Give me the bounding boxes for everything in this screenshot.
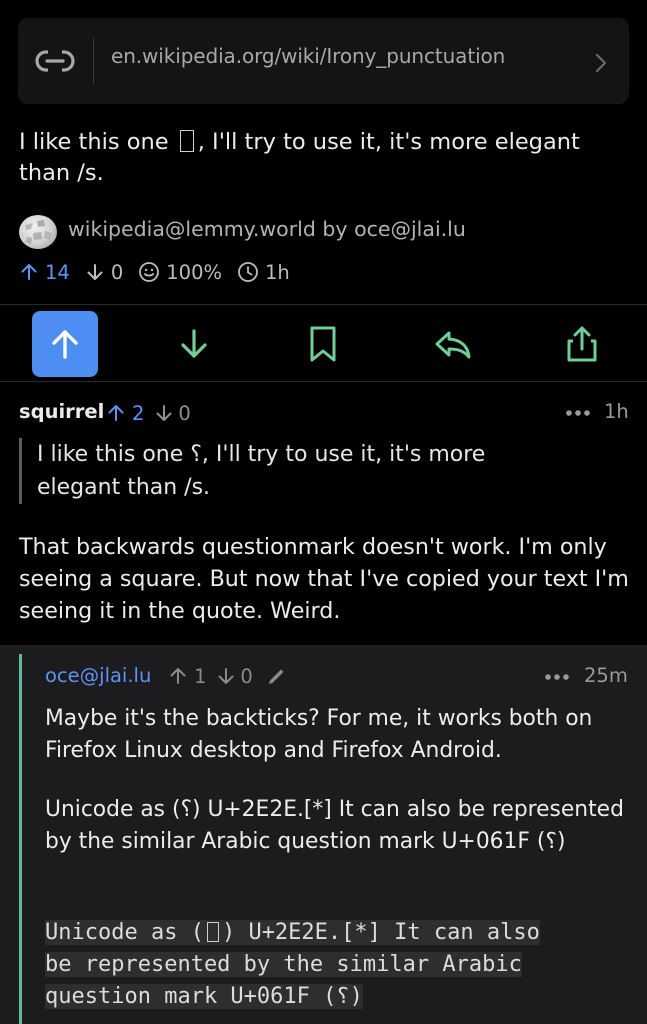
comment-age: 25m: [584, 664, 628, 687]
share-icon: [567, 326, 597, 362]
arrow-up-icon: [108, 405, 124, 421]
wikipedia-logo-icon[interactable]: [19, 215, 57, 249]
share-button[interactable]: [549, 311, 615, 377]
link-url[interactable]: en.wikipedia.org/wiki/Irony_punctuation: [111, 44, 505, 68]
arrow-up-icon: [52, 330, 78, 359]
comment-downvote-count: 0: [178, 401, 191, 425]
reply-button[interactable]: [420, 311, 486, 377]
code-block: Unicode as () U+2E2E.[*] It can also be …: [45, 917, 631, 1013]
bookmark-icon: [310, 326, 336, 362]
comment-upvote-count: 2: [132, 401, 145, 425]
divider: [0, 381, 647, 382]
divider: [0, 304, 647, 305]
link-divider: [93, 38, 94, 84]
comment-paragraph: Unicode as (⸮) U+2E2E.[*] It can also be…: [45, 797, 624, 854]
post-author-link[interactable]: oce@jlai.lu: [354, 217, 466, 241]
arrow-down-icon: [181, 329, 207, 358]
post-text-before: I like this one: [19, 129, 176, 155]
code-line: Unicode as () U+2E2E.[*] It can also: [45, 920, 540, 945]
post-vote-ratio: 100%: [138, 261, 222, 284]
comment-body: That backwards questionmark doesn't work…: [19, 534, 629, 624]
post-upvote-count: 14: [19, 261, 70, 284]
smiley-icon: [139, 262, 160, 282]
arrow-up-icon: [170, 668, 186, 684]
comment-votes: 1 0: [168, 663, 289, 689]
arrow-down-icon: [156, 405, 172, 421]
by-label: by: [322, 217, 348, 241]
downvote-button[interactable]: [161, 311, 227, 377]
missing-glyph-box: [179, 130, 194, 152]
arrow-up-icon: [21, 264, 37, 280]
reply-icon: [435, 331, 471, 359]
post-body: I like this one , I'll try to use it, it…: [19, 127, 619, 189]
edited-pencil-icon: [268, 669, 284, 684]
save-button[interactable]: [290, 311, 356, 377]
quote-bar: [19, 438, 22, 504]
clock-icon: [238, 262, 258, 282]
comment-author[interactable]: squirrel: [19, 400, 104, 423]
comment-age: 1h: [604, 400, 629, 423]
comment-upvote-count: 1: [194, 664, 207, 688]
more-options-icon[interactable]: [565, 409, 591, 417]
post-age: 1h: [237, 261, 290, 284]
chevron-right-icon: [595, 53, 607, 73]
upvote-button[interactable]: [32, 311, 98, 377]
comment-quote: I like this one ⸮, I'll try to use it, i…: [37, 442, 486, 500]
missing-glyph-box: [206, 922, 219, 942]
thread-depth-bar: [19, 654, 22, 1024]
more-options-icon[interactable]: [544, 673, 570, 681]
arrow-down-icon: [218, 668, 234, 684]
community-link[interactable]: wikipedia@lemmy.world: [68, 217, 316, 241]
code-line: question mark U+061F (؟): [45, 984, 363, 1009]
post-downvote-count: 0: [85, 261, 123, 284]
community-attribution: wikipedia@lemmy.world by oce@jlai.lu: [68, 217, 466, 241]
link-icon: [35, 50, 75, 72]
arrow-down-icon: [87, 264, 103, 280]
comment-paragraph: Maybe it's the backticks? For me, it wor…: [45, 706, 593, 763]
comment-author[interactable]: oce@jlai.lu: [45, 664, 151, 687]
post-stats: 14 0 100% 1h: [19, 258, 305, 286]
code-line: be represented by the similar Arabic: [45, 952, 522, 977]
comment-downvote-count: 0: [240, 664, 253, 688]
comment-votes: 2 0: [106, 400, 191, 426]
